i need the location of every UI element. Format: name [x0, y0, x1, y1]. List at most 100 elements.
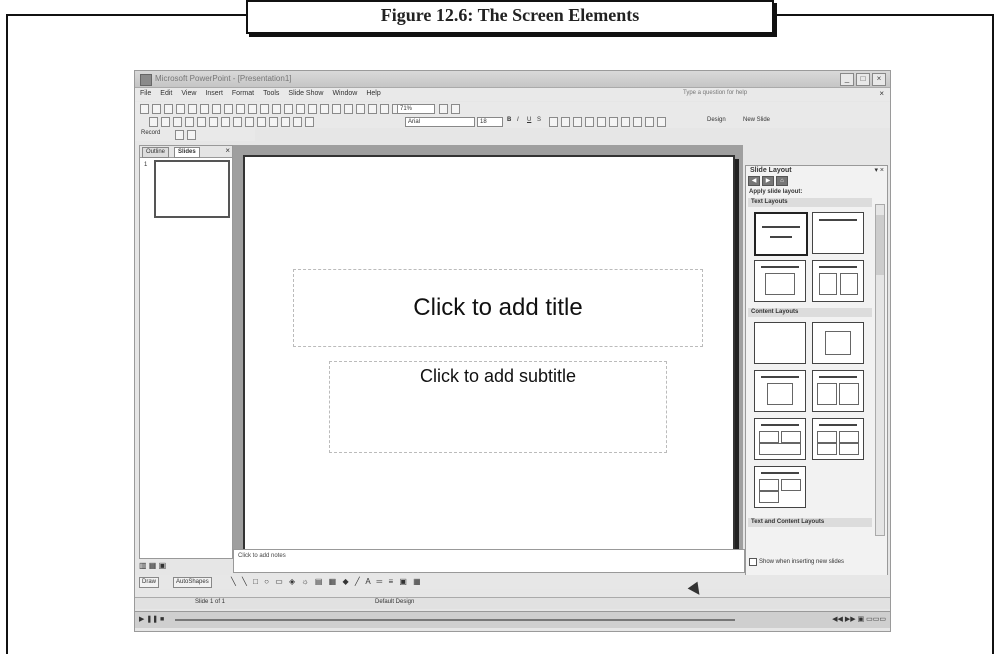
back-icon[interactable]: ◀	[748, 176, 760, 186]
paste-icon[interactable]	[272, 104, 281, 114]
layout-four-content[interactable]	[812, 418, 864, 460]
document-close-button[interactable]: ×	[879, 89, 884, 98]
tool-icon-6[interactable]	[209, 117, 218, 127]
tool-icon-5[interactable]	[197, 117, 206, 127]
tab-slides[interactable]: Slides	[174, 147, 200, 158]
close-button[interactable]: ×	[872, 73, 886, 86]
layout-two-over-content[interactable]	[754, 466, 806, 508]
layout-title-content[interactable]	[754, 370, 806, 412]
tool-icon-2[interactable]	[161, 117, 170, 127]
tool-icon-11[interactable]	[269, 117, 278, 127]
shape-tools[interactable]: ╲ ╲ □ ○ ▭ ◈ ☼ ▤ ▦ ◆ ╱ A ═ ≡ ▣ ▦	[231, 577, 423, 586]
tool-icon-3[interactable]	[173, 117, 182, 127]
layout-title-slide[interactable]	[754, 212, 808, 256]
design-button[interactable]: Design	[707, 117, 726, 123]
record-narration-icon[interactable]	[175, 130, 184, 140]
decrease-indent-icon[interactable]	[633, 117, 642, 127]
email-icon[interactable]	[188, 104, 197, 114]
align-left-icon[interactable]	[549, 117, 558, 127]
tool-icon-13[interactable]	[293, 117, 302, 127]
table-icon[interactable]	[332, 104, 341, 114]
minimize-button[interactable]: _	[840, 73, 854, 86]
tool-icon-4[interactable]	[185, 117, 194, 127]
layout-title-text[interactable]	[754, 260, 806, 302]
open-icon[interactable]	[152, 104, 161, 114]
new-slide-button[interactable]: New Slide	[743, 117, 770, 123]
slide-thumbnail[interactable]	[154, 160, 230, 218]
menu-insert[interactable]: Insert	[205, 90, 223, 97]
tool-icon-1[interactable]	[149, 117, 158, 127]
font-select[interactable]: Arial	[405, 117, 475, 127]
layout-blank[interactable]	[754, 322, 806, 364]
cut-icon[interactable]	[248, 104, 257, 114]
expand-all-icon[interactable]	[368, 104, 377, 114]
layout-two-column-text[interactable]	[812, 260, 864, 302]
menu-file[interactable]: File	[140, 90, 151, 97]
save-icon[interactable]	[164, 104, 173, 114]
media-tray-controls[interactable]: ◀◀ ▶▶ ▣ ▭▭▭	[832, 615, 886, 623]
subtitle-placeholder[interactable]: Click to add subtitle	[329, 361, 667, 453]
tool-icon-10[interactable]	[257, 117, 266, 127]
layout-title-two-content[interactable]	[812, 370, 864, 412]
font-color-icon[interactable]	[657, 117, 666, 127]
tool-icon-14[interactable]	[305, 117, 314, 127]
new-icon[interactable]	[140, 104, 149, 114]
show-when-inserting-checkbox[interactable]: Show when inserting new slides	[749, 558, 844, 566]
tables-borders-icon[interactable]	[344, 104, 353, 114]
decrease-font-icon[interactable]	[621, 117, 630, 127]
center-icon[interactable]	[561, 117, 570, 127]
menu-tools[interactable]: Tools	[263, 90, 279, 97]
increase-indent-icon[interactable]	[645, 117, 654, 127]
numbering-icon[interactable]	[585, 117, 594, 127]
permission-icon[interactable]	[176, 104, 185, 114]
menu-help[interactable]: Help	[366, 90, 380, 97]
layout-title-only[interactable]	[812, 212, 864, 254]
pane-close-icon[interactable]: ×	[225, 146, 230, 155]
media-progress[interactable]	[175, 619, 735, 621]
layout-content-over-two[interactable]	[754, 418, 806, 460]
shadow-button[interactable]: S	[537, 117, 541, 123]
draw-menu-button[interactable]: Draw	[139, 577, 160, 588]
italic-button[interactable]: I	[517, 117, 519, 123]
menu-edit[interactable]: Edit	[160, 90, 172, 97]
show-formatting-icon[interactable]	[380, 104, 389, 114]
home-icon[interactable]: ⌂	[776, 176, 788, 186]
tool-icon-9[interactable]	[245, 117, 254, 127]
media-controls[interactable]: ▶ ❚❚ ■	[139, 615, 164, 623]
tool-icon-8[interactable]	[233, 117, 242, 127]
menu-window[interactable]: Window	[332, 90, 357, 97]
record-button[interactable]: Record	[141, 130, 160, 136]
layout-content[interactable]	[812, 322, 864, 364]
forward-icon[interactable]: ▶	[762, 176, 774, 186]
format-painter-icon[interactable]	[284, 104, 293, 114]
title-placeholder[interactable]: Click to add title	[293, 269, 703, 347]
help-icon[interactable]	[439, 104, 448, 114]
bold-button[interactable]: B	[507, 117, 511, 123]
tool-icon-7[interactable]	[221, 117, 230, 127]
bullets-icon[interactable]	[597, 117, 606, 127]
chart-icon[interactable]	[320, 104, 329, 114]
ask-question-field[interactable]: Type a question for help	[683, 90, 747, 96]
task-pane-scrollbar[interactable]	[875, 204, 885, 536]
font-size-select[interactable]: 18	[477, 117, 503, 127]
increase-font-icon[interactable]	[609, 117, 618, 127]
task-pane-controls[interactable]: ▾ ×	[874, 166, 884, 174]
hyperlink-icon[interactable]	[356, 104, 365, 114]
toolbar-options-icon[interactable]	[451, 104, 460, 114]
align-right-icon[interactable]	[573, 117, 582, 127]
copy-icon[interactable]	[260, 104, 269, 114]
slide-show-view-icon[interactable]: ▣	[159, 561, 167, 570]
menu-slide-show[interactable]: Slide Show	[288, 90, 323, 97]
menu-format[interactable]: Format	[232, 90, 254, 97]
slide-canvas[interactable]: Click to add title Click to add subtitle	[243, 155, 735, 551]
autoshapes-button[interactable]: AutoShapes	[173, 577, 212, 588]
maximize-button[interactable]: □	[856, 73, 870, 86]
print-preview-icon[interactable]	[212, 104, 221, 114]
spelling-icon[interactable]	[224, 104, 233, 114]
undo-icon[interactable]	[296, 104, 305, 114]
notes-pane[interactable]: Click to add notes	[233, 549, 745, 573]
zoom-select[interactable]: 71%	[397, 104, 435, 114]
print-icon[interactable]	[200, 104, 209, 114]
tab-outline[interactable]: Outline	[142, 147, 170, 158]
slide-sorter-view-icon[interactable]: ▦	[149, 561, 157, 570]
